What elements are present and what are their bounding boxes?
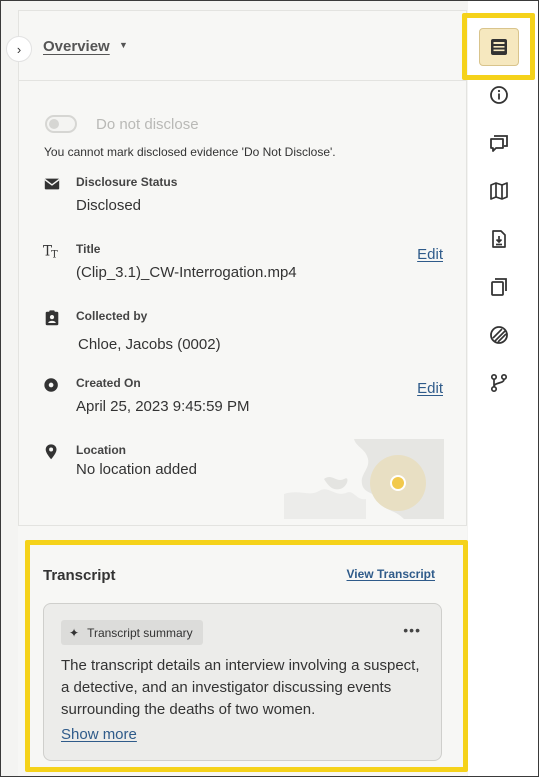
badge-clipboard-icon <box>43 309 63 329</box>
rail-map-button[interactable] <box>485 177 513 205</box>
toggle-knob <box>49 119 59 129</box>
field-label: Location <box>76 443 126 457</box>
branch-icon <box>490 373 508 393</box>
field-value: (Clip_3.1)_CW-Interrogation.mp4 <box>76 264 297 281</box>
panel-header: Overview ▼ <box>19 11 466 81</box>
edit-title-link[interactable]: Edit <box>417 246 443 263</box>
transcript-section: Transcript View Transcript ✦ Transcript … <box>18 525 467 776</box>
info-icon <box>490 86 508 104</box>
redaction-icon <box>490 326 508 344</box>
field-collected-by: Collected by Chloe, Jacobs (0002) <box>43 309 443 359</box>
field-label: Collected by <box>76 309 148 323</box>
sparkle-icon: ✦ <box>69 625 80 640</box>
svg-text:T: T <box>51 249 58 260</box>
transcript-title: Transcript <box>43 567 116 584</box>
document-download-icon <box>492 230 506 248</box>
field-value: No location added <box>76 461 197 478</box>
field-disclosure-status: Disclosure Status Disclosed <box>43 175 443 221</box>
edit-created-on-link[interactable]: Edit <box>417 380 443 397</box>
transcript-summary-chip: ✦ Transcript summary <box>61 620 203 645</box>
caret-down-icon[interactable]: ▼ <box>119 40 128 50</box>
field-label: Title <box>76 242 101 256</box>
transcript-summary-card: ✦ Transcript summary ••• The transcript … <box>43 603 442 761</box>
map-icon <box>490 182 508 200</box>
record-circle-icon <box>43 376 63 396</box>
disclose-notice: You cannot mark disclosed evidence 'Do N… <box>44 145 336 159</box>
more-horizontal-icon[interactable]: ••• <box>403 622 421 638</box>
copies-icon <box>491 278 507 296</box>
rail-copies-button[interactable] <box>485 273 513 301</box>
left-gutter <box>1 1 18 776</box>
right-icon-rail <box>468 1 538 776</box>
field-label: Created On <box>76 376 141 390</box>
rail-overview-button[interactable] <box>479 28 519 66</box>
chip-label: Transcript summary <box>87 625 193 640</box>
rail-redaction-button[interactable] <box>485 321 513 349</box>
map-pin-icon <box>43 443 63 463</box>
do-not-disclose-toggle[interactable] <box>45 115 77 133</box>
comments-icon <box>490 135 508 152</box>
field-value: Chloe, Jacobs (0002) <box>78 336 221 353</box>
field-value: April 25, 2023 9:45:59 PM <box>76 398 250 415</box>
text-size-icon: TT <box>43 242 63 262</box>
map-thumbnail <box>284 439 444 519</box>
field-title: TT Title (Clip_3.1)_CW-Interrogation.mp4… <box>43 242 443 288</box>
rail-document-button[interactable] <box>485 225 513 253</box>
field-value: Disclosed <box>76 197 142 214</box>
rail-info-button[interactable] <box>485 81 513 109</box>
show-more-link[interactable]: Show more <box>61 726 137 743</box>
rail-branch-button[interactable] <box>485 369 513 397</box>
field-created-on: Created On April 25, 2023 9:45:59 PM Edi… <box>43 376 443 422</box>
summary-text: The transcript details an interview invo… <box>61 657 420 718</box>
overview-icon <box>491 39 507 55</box>
view-transcript-link[interactable]: View Transcript <box>347 567 435 581</box>
chevron-right-icon: › <box>16 41 22 57</box>
envelope-icon <box>43 175 63 195</box>
overview-dropdown[interactable]: Overview <box>43 38 110 55</box>
rail-comments-button[interactable] <box>485 129 513 157</box>
do-not-disclose-label: Do not disclose <box>96 116 199 133</box>
collapse-panel-button[interactable]: › <box>6 36 32 62</box>
field-label: Disclosure Status <box>76 175 178 189</box>
